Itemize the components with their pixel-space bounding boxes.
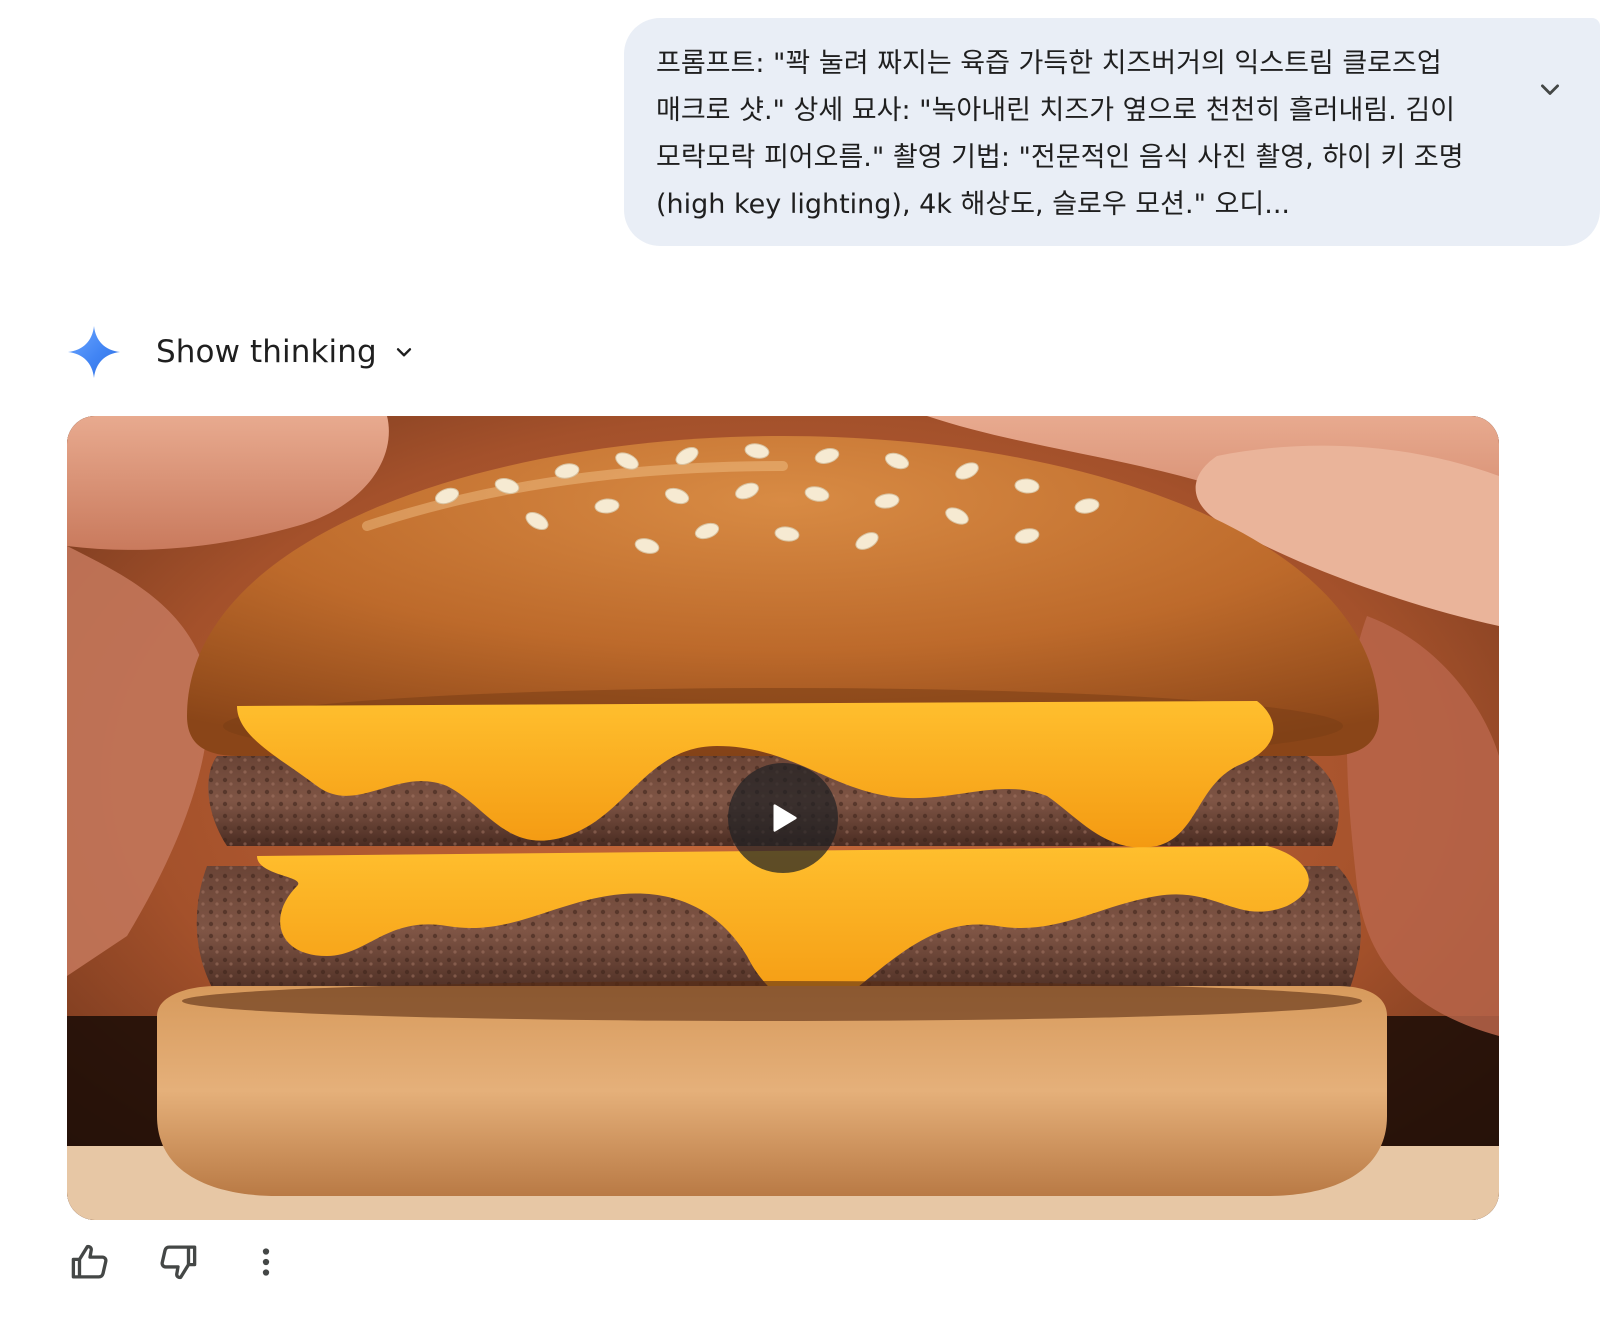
thumb-down-icon xyxy=(160,1245,197,1280)
more-options-button[interactable] xyxy=(236,1232,296,1292)
dislike-button[interactable] xyxy=(148,1232,208,1292)
show-thinking-label: Show thinking xyxy=(156,334,377,370)
chat-page: 프롬프트: "꽉 눌려 짜지는 육즙 가득한 치즈버거의 익스트림 클로즈업 매… xyxy=(0,0,1616,1318)
show-thinking-toggle[interactable]: Show thinking xyxy=(156,334,417,370)
user-prompt-text: 프롬프트: "꽉 눌려 짜지는 육즙 가득한 치즈버거의 익스트림 클로즈업 매… xyxy=(656,48,1464,220)
gemini-sparkle-icon xyxy=(68,326,120,378)
more-vert-icon xyxy=(262,1248,270,1276)
chevron-down-icon xyxy=(396,348,411,357)
user-prompt-bubble: 프롬프트: "꽉 눌려 짜지는 육즙 가득한 치즈버거의 익스트림 클로즈업 매… xyxy=(624,18,1600,246)
thumb-up-icon xyxy=(71,1244,108,1279)
like-button[interactable] xyxy=(60,1232,120,1292)
response-actions xyxy=(60,1232,296,1292)
response-header: Show thinking xyxy=(66,322,417,382)
generated-video[interactable] xyxy=(67,416,1499,1220)
play-icon xyxy=(773,804,797,832)
expand-prompt-button[interactable] xyxy=(1528,68,1572,112)
chevron-down-icon xyxy=(1541,84,1559,95)
play-button[interactable] xyxy=(728,763,838,873)
